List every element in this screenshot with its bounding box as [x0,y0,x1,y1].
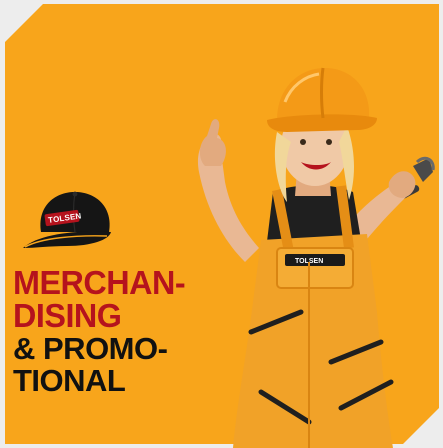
promo-headline: MERCHAN- DISING & PROMO- TIONAL [13,266,189,396]
promo-card[interactable]: TOLSEN TOLSEN MERCHAN- DISING & PROMO- T… [5,4,439,448]
headline-line-3: & PROMO- [13,331,168,366]
cap-icon: TOLSEN [23,191,111,248]
worker-illustration: TOLSEN [197,67,435,448]
headline-line-4: TIONAL [13,363,126,398]
headline-line-2: DISING [13,297,122,334]
headline-line-1: MERCHAN- [13,264,186,301]
hard-hat-icon [267,67,377,132]
